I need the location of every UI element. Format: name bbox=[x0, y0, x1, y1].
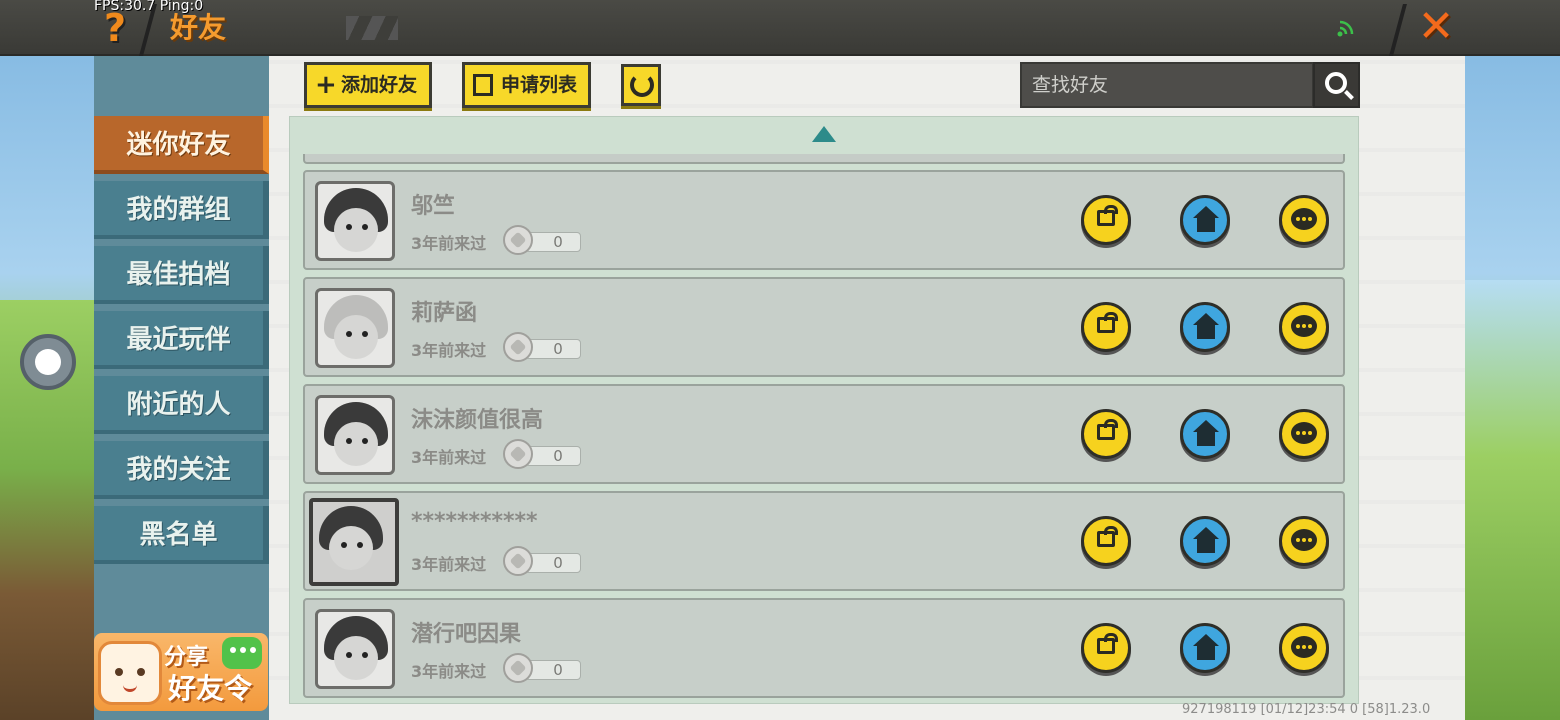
friend-name: 邬竺 bbox=[411, 194, 456, 219]
refresh-button[interactable] bbox=[621, 64, 661, 106]
gift-icon bbox=[1097, 526, 1118, 547]
intimacy-badge-icon bbox=[503, 439, 533, 469]
intimacy-meter: 0 bbox=[503, 546, 583, 576]
chat-bubble-icon bbox=[1291, 208, 1317, 230]
add-friend-label: 添加好友 bbox=[341, 74, 418, 96]
tab-nearby-people[interactable]: 附近的人 bbox=[94, 376, 269, 434]
tab-recent-playmates[interactable]: 最近玩伴 bbox=[94, 311, 269, 369]
friend-name: 潜行吧因果 bbox=[411, 622, 522, 647]
avatar[interactable] bbox=[315, 395, 395, 475]
close-button[interactable]: ✕ bbox=[1414, 4, 1458, 50]
scroll-up-arrow-icon[interactable] bbox=[812, 126, 836, 142]
chat-button[interactable] bbox=[1279, 302, 1329, 352]
intimacy-badge-icon bbox=[503, 332, 533, 362]
background-scenery-right bbox=[1465, 280, 1560, 720]
share-friend-code-banner[interactable]: 分享 好友令 bbox=[94, 633, 268, 711]
visit-home-button[interactable] bbox=[1180, 195, 1230, 245]
chat-bubble-icon bbox=[1291, 422, 1317, 444]
intimacy-meter: 0 bbox=[503, 439, 583, 469]
chat-button[interactable] bbox=[1279, 409, 1329, 459]
plus-icon: + bbox=[315, 70, 337, 100]
decorative-stripes bbox=[346, 16, 398, 40]
chat-bubble-icon bbox=[1291, 636, 1317, 658]
intimacy-value: 0 bbox=[525, 660, 581, 680]
version-info: 927198119 [01/12]23:54 0 [58]1.23.0 bbox=[1182, 702, 1431, 717]
tab-my-follows[interactable]: 我的关注 bbox=[94, 441, 269, 499]
add-friend-button[interactable]: + 添加好友 bbox=[304, 62, 432, 108]
last-seen-text: 3年前来过 bbox=[411, 341, 487, 360]
gift-button[interactable] bbox=[1081, 516, 1131, 566]
floating-assistive-button[interactable] bbox=[20, 334, 76, 390]
visit-home-button[interactable] bbox=[1180, 302, 1230, 352]
refresh-icon bbox=[630, 73, 654, 97]
friend-row[interactable]: 邬竺 3年前来过 0 bbox=[303, 170, 1345, 270]
visit-home-button[interactable] bbox=[1180, 409, 1230, 459]
list-item-partial bbox=[303, 154, 1345, 164]
gift-icon bbox=[1097, 419, 1118, 440]
search-input[interactable]: 查找好友 bbox=[1020, 62, 1314, 108]
mascot-icon bbox=[98, 641, 162, 705]
friend-name: *********** bbox=[411, 509, 538, 534]
tab-my-groups[interactable]: 我的群组 bbox=[94, 181, 269, 239]
last-seen-text: 3年前来过 bbox=[411, 662, 487, 681]
friend-name: 沫沫颜值很高 bbox=[411, 408, 544, 433]
visit-home-button[interactable] bbox=[1180, 516, 1230, 566]
tab-best-partners[interactable]: 最佳拍档 bbox=[94, 246, 269, 304]
chat-button[interactable] bbox=[1279, 516, 1329, 566]
chat-bubble-icon bbox=[1291, 529, 1317, 551]
intimacy-meter: 0 bbox=[503, 653, 583, 683]
intimacy-badge-icon bbox=[503, 225, 533, 255]
friend-row[interactable]: 莉萨函 3年前来过 0 bbox=[303, 277, 1345, 377]
close-divider bbox=[1389, 4, 1407, 56]
intimacy-badge-icon bbox=[503, 546, 533, 576]
avatar[interactable] bbox=[315, 181, 395, 261]
gift-icon bbox=[1097, 312, 1118, 333]
home-icon bbox=[1193, 313, 1219, 325]
friend-row[interactable]: *********** 3年前来过 0 bbox=[303, 491, 1345, 591]
list-icon bbox=[473, 74, 493, 96]
gift-button[interactable] bbox=[1081, 623, 1131, 673]
intimacy-meter: 0 bbox=[503, 332, 583, 362]
chat-button[interactable] bbox=[1279, 195, 1329, 245]
home-icon bbox=[1193, 420, 1219, 432]
friend-name: 莉萨函 bbox=[411, 301, 478, 326]
avatar[interactable] bbox=[315, 288, 395, 368]
intimacy-value: 0 bbox=[525, 232, 581, 252]
gift-button[interactable] bbox=[1081, 302, 1131, 352]
intimacy-value: 0 bbox=[525, 553, 581, 573]
tab-mini-friends[interactable]: 迷你好友 bbox=[94, 116, 269, 174]
last-seen-text: 3年前来过 bbox=[411, 234, 487, 253]
intimacy-badge-icon bbox=[503, 653, 533, 683]
search-button[interactable] bbox=[1313, 62, 1360, 108]
wifi-signal-icon bbox=[1337, 20, 1354, 37]
avatar[interactable] bbox=[309, 498, 399, 586]
page-title: 好友 bbox=[170, 11, 227, 44]
intimacy-value: 0 bbox=[525, 446, 581, 466]
gift-button[interactable] bbox=[1081, 195, 1131, 245]
home-icon bbox=[1193, 634, 1219, 646]
search-icon bbox=[1325, 72, 1347, 94]
home-icon bbox=[1193, 527, 1219, 539]
visit-home-button[interactable] bbox=[1180, 623, 1230, 673]
gift-button[interactable] bbox=[1081, 409, 1131, 459]
top-bar: ? FPS:30.7 Ping:0 好友 ✕ bbox=[0, 0, 1560, 56]
wechat-icon bbox=[222, 637, 262, 669]
last-seen-text: 3年前来过 bbox=[411, 448, 487, 467]
tab-blacklist[interactable]: 黑名单 bbox=[94, 506, 269, 564]
gift-icon bbox=[1097, 633, 1118, 654]
chat-button[interactable] bbox=[1279, 623, 1329, 673]
request-list-button[interactable]: 申请列表 bbox=[462, 62, 591, 108]
chat-bubble-icon bbox=[1291, 315, 1317, 337]
friend-code-label: 好友令 bbox=[168, 672, 253, 705]
gift-icon bbox=[1097, 205, 1118, 226]
request-list-label: 申请列表 bbox=[501, 74, 578, 96]
friend-row[interactable]: 潜行吧因果 3年前来过 0 bbox=[303, 598, 1345, 698]
friend-row[interactable]: 沫沫颜值很高 3年前来过 0 bbox=[303, 384, 1345, 484]
intimacy-meter: 0 bbox=[503, 225, 583, 255]
home-icon bbox=[1193, 206, 1219, 218]
intimacy-value: 0 bbox=[525, 339, 581, 359]
last-seen-text: 3年前来过 bbox=[411, 555, 487, 574]
avatar[interactable] bbox=[315, 609, 395, 689]
